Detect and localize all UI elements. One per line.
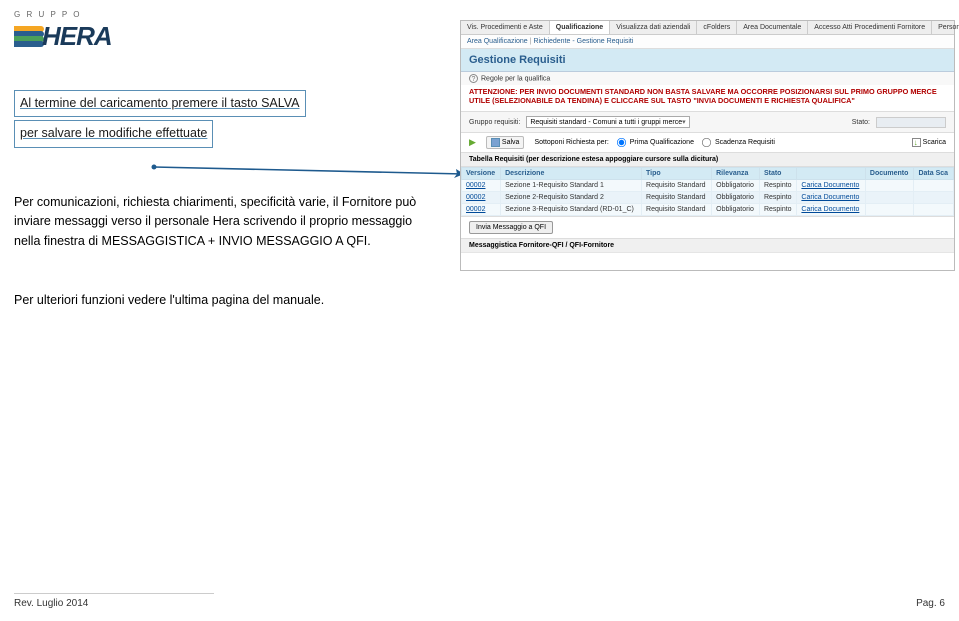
logo-stripes-icon	[14, 26, 44, 47]
tab-dati-aziendali[interactable]: Visualizza dati aziendali	[610, 21, 697, 34]
cell-desc: Sezione 2-Requisito Standard 2	[501, 192, 642, 204]
radio-prima-qualificazione[interactable]: Prima Qualificazione	[615, 136, 694, 149]
tab-accesso-atti[interactable]: Accesso Atti Procedimenti Fornitore	[808, 21, 932, 34]
filters-row: Gruppo requisiti: Requisiti standard - C…	[461, 111, 954, 133]
instruction-column: Al termine del caricamento premere il ta…	[14, 90, 434, 310]
invia-row: Invia Messaggio a QFI	[461, 216, 954, 238]
table-row: 00002 Sezione 2-Requisito Standard 2 Req…	[462, 192, 954, 204]
cell-ril: Obbligatorio	[712, 192, 760, 204]
footer-page: Pag. 6	[916, 598, 945, 609]
salva-button[interactable]: Salva	[486, 136, 525, 149]
boxed-instruction-line1: Al termine del caricamento premere il ta…	[14, 90, 306, 117]
tab-cfolders[interactable]: cFolders	[697, 21, 737, 34]
breadcrumb-sep: |	[530, 38, 532, 45]
th-rilevanza: Rilevanza	[712, 168, 760, 180]
app-screenshot: Vis. Procedimenti e Aste Qualificazione …	[460, 20, 955, 271]
chevron-down-icon: ▾	[682, 118, 686, 126]
table-caption: Tabella Requisiti (per descrizione estes…	[461, 153, 954, 167]
th-data-sca: Data Sca	[914, 168, 954, 180]
see-more-paragraph: Per ulteriori funzioni vedere l'ultima p…	[14, 291, 434, 310]
info-icon: ?	[469, 74, 478, 83]
download-icon	[912, 138, 921, 147]
th-link	[797, 168, 866, 180]
cell-ril: Obbligatorio	[712, 204, 760, 216]
attenzione-warning: ATTENZIONE: PER INVIO DOCUMENTI STANDARD…	[461, 85, 954, 111]
logo-brand: HERA	[42, 21, 112, 52]
cell-ver[interactable]: 00002	[462, 180, 501, 192]
cell-tipo: Requisito Standard	[642, 180, 712, 192]
nav-tabs: Vis. Procedimenti e Aste Qualificazione …	[461, 21, 954, 35]
table-row: 00002 Sezione 3-Requisito Standard (RD-0…	[462, 204, 954, 216]
arrow-to-salva-icon	[148, 154, 468, 180]
cell-stato: Respinto	[759, 180, 796, 192]
cell-stato: Respinto	[759, 192, 796, 204]
cell-ver[interactable]: 00002	[462, 192, 501, 204]
th-tipo: Tipo	[642, 168, 712, 180]
save-icon	[491, 138, 500, 147]
th-stato: Stato	[759, 168, 796, 180]
requisiti-table: Versione Descrizione Tipo Rilevanza Stat…	[461, 167, 954, 216]
tab-procedimenti[interactable]: Vis. Procedimenti e Aste	[461, 21, 550, 34]
breadcrumb-b[interactable]: Richiedente - Gestione Requisiti	[533, 38, 633, 45]
carica-documento-link[interactable]: Carica Documento	[797, 204, 866, 216]
th-documento: Documento	[865, 168, 914, 180]
section-title: Gestione Requisiti	[461, 49, 954, 72]
boxed-instruction-line2: per salvare le modifiche effettuate	[14, 120, 213, 147]
th-descrizione: Descrizione	[501, 168, 642, 180]
breadcrumb: Area Qualificazione | Richiedente - Gest…	[461, 35, 954, 49]
cell-tipo: Requisito Standard	[642, 192, 712, 204]
regole-link[interactable]: ?Regole per la qualifica	[461, 72, 954, 85]
radio-scadenza-requisiti[interactable]: Scadenza Requisiti	[700, 136, 775, 149]
cell-desc: Sezione 1-Requisito Standard 1	[501, 180, 642, 192]
table-row: 00002 Sezione 1-Requisito Standard 1 Req…	[462, 180, 954, 192]
cell-desc: Sezione 3-Requisito Standard (RD-01_C)	[501, 204, 642, 216]
carica-documento-link[interactable]: Carica Documento	[797, 180, 866, 192]
cell-stato: Respinto	[759, 204, 796, 216]
messaggistica-caption: Messaggistica Fornitore-QFI / QFI-Fornit…	[461, 238, 954, 252]
cell-ver[interactable]: 00002	[462, 204, 501, 216]
toolbar: ▶ Salva Sottoponi Richiesta per: Prima Q…	[461, 133, 954, 153]
gruppo-label: Gruppo requisiti:	[469, 119, 520, 126]
messaggistica-body	[461, 252, 954, 270]
stato-label: Stato:	[852, 119, 870, 126]
breadcrumb-a[interactable]: Area Qualificazione	[467, 38, 528, 45]
th-versione: Versione	[462, 168, 501, 180]
cell-tipo: Requisito Standard	[642, 204, 712, 216]
tab-qualificazione[interactable]: Qualificazione	[550, 21, 610, 34]
carica-documento-link[interactable]: Carica Documento	[797, 192, 866, 204]
invia-messaggio-button[interactable]: Invia Messaggio a QFI	[469, 221, 553, 234]
footer-rev: Rev. Luglio 2014	[14, 593, 214, 609]
stato-field	[876, 117, 946, 128]
tab-personalizzazione[interactable]: Personalizzazione Portale	[932, 21, 959, 34]
logo: G R U P P O HERA	[14, 10, 112, 52]
sottoponi-label: Sottoponi Richiesta per:	[534, 139, 608, 146]
tab-area-documentale[interactable]: Area Documentale	[737, 21, 808, 34]
gruppo-select[interactable]: Requisiti standard - Comuni a tutti i gr…	[526, 116, 689, 128]
communication-paragraph: Per comunicazioni, richiesta chiarimenti…	[14, 193, 434, 251]
scarica-button[interactable]: Scarica	[912, 138, 946, 147]
cell-ril: Obbligatorio	[712, 180, 760, 192]
logo-group-text: G R U P P O	[14, 10, 112, 19]
arrow-right-icon: ▶	[469, 137, 476, 148]
